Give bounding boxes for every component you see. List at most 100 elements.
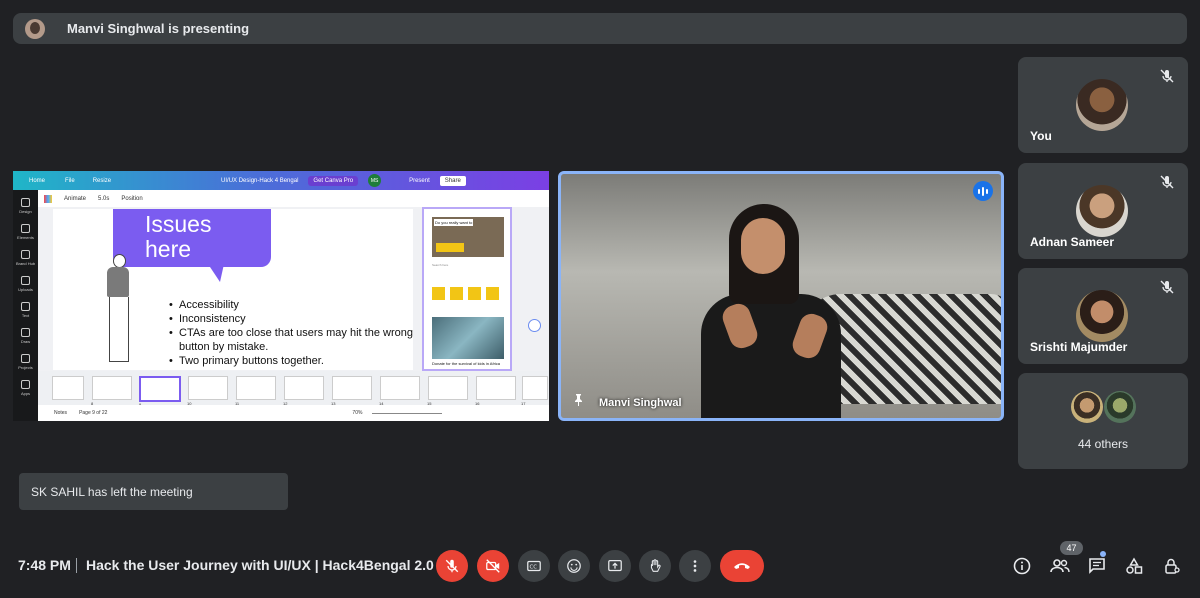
- camera-off-icon: [486, 559, 500, 573]
- canva-page-strip: 8 9 10 11 12 13 14 15 16 17: [38, 371, 549, 407]
- canva-present-button: Present: [409, 177, 430, 184]
- people-button[interactable]: [1049, 555, 1071, 577]
- speaker-person: [701, 204, 841, 418]
- divider: [76, 558, 77, 573]
- canva-animate-button: Animate: [64, 195, 87, 202]
- phone-photo: [432, 317, 504, 359]
- page-thumb: 10: [187, 376, 228, 406]
- canva-sidebar-item: Brand Hub: [13, 242, 38, 268]
- emoji-icon: [567, 559, 581, 573]
- canva-color-swatch: [44, 194, 52, 203]
- raise-hand-button[interactable]: [639, 550, 671, 582]
- speaker-tile[interactable]: Manvi Singhwal: [558, 171, 1004, 421]
- camera-toggle-button[interactable]: [477, 550, 509, 582]
- slide: Issues here Accessibility Inconsistency …: [53, 209, 413, 370]
- person-illustration: [103, 254, 133, 364]
- page-thumb: 14: [379, 376, 420, 406]
- others-avatar: [1104, 391, 1136, 423]
- participant-name: Srishti Majumder: [1030, 340, 1128, 354]
- mic-toggle-button[interactable]: [436, 550, 468, 582]
- presenting-banner[interactable]: Manvi Singhwal is presenting: [13, 13, 1187, 44]
- speech-bubble-tail: [208, 264, 224, 282]
- participant-avatar: [1076, 290, 1128, 342]
- hand-icon: [650, 559, 661, 572]
- info-icon: [1013, 557, 1031, 575]
- participant-avatar: [1076, 79, 1128, 131]
- chat-button[interactable]: [1086, 555, 1108, 577]
- canva-sidebar-item: Design: [13, 190, 38, 216]
- canva-get-pro-button: Get Canva Pro: [308, 175, 359, 186]
- svg-text:CC: CC: [530, 565, 538, 571]
- pin-icon[interactable]: [573, 394, 584, 409]
- canva-footer: Notes Page 9 of 22 70%: [38, 405, 549, 421]
- page-thumb: 15: [427, 376, 468, 406]
- participant-tile[interactable]: Srishti Majumder: [1018, 268, 1188, 364]
- participant-tile[interactable]: Adnan Sameer: [1018, 163, 1188, 259]
- more-vert-icon: [693, 560, 697, 572]
- lock-person-icon: [1165, 558, 1180, 574]
- activities-icon: [1126, 557, 1143, 574]
- page-thumb: 8: [91, 376, 132, 406]
- leave-call-button[interactable]: [720, 550, 764, 582]
- shared-screen[interactable]: Home File Resize UI/UX Design-Hack 4 Ben…: [13, 171, 549, 421]
- canva-sidebar-item: Projects: [13, 346, 38, 372]
- page-thumb: 11: [235, 376, 276, 406]
- phone-mockup: Do you really want to Search here Donate…: [422, 207, 512, 371]
- meeting-time: 7:48 PM: [18, 557, 71, 573]
- mic-off-icon: [445, 559, 459, 573]
- canva-zoom: 70%: [352, 410, 363, 416]
- page-thumb: 17: [521, 376, 548, 406]
- left-meeting-toast: SK SAHIL has left the meeting: [19, 473, 288, 510]
- canva-duration: 5.0s: [98, 195, 110, 202]
- canva-sidebar-item: Text: [13, 294, 38, 320]
- bullet-item: Accessibility: [169, 298, 413, 312]
- captions-icon: CC: [527, 560, 541, 572]
- phone-categories: [432, 287, 499, 300]
- canva-sidebar-item: Draw: [13, 320, 38, 346]
- people-icon: [1050, 559, 1070, 573]
- canva-user-avatar: MS: [368, 174, 382, 187]
- page-thumb: 13: [331, 376, 372, 406]
- participant-name: Adnan Sameer: [1030, 235, 1115, 249]
- speaking-indicator-icon: [973, 181, 993, 201]
- speaker-name: Manvi Singhwal: [599, 397, 682, 409]
- bullet-continuation: button by mistake.: [179, 341, 269, 353]
- canva-doc-title: UI/UX Design-Hack 4 Bengal: [221, 177, 299, 184]
- presenter-avatar: [25, 18, 45, 39]
- canva-zoom-slider: [372, 412, 443, 414]
- phone-banner-text: Do you really want to: [434, 219, 474, 226]
- host-controls-button[interactable]: [1161, 555, 1183, 577]
- bullet-item: CTAs are too close that users may hit th…: [169, 326, 413, 340]
- page-thumb-selected: 9: [139, 376, 181, 407]
- canva-position-button: Position: [121, 195, 143, 202]
- participant-tile[interactable]: You: [1018, 57, 1188, 153]
- bullet-item: Inconsistency: [169, 312, 413, 326]
- canva-toolbar: Animate 5.0s Position: [38, 190, 549, 208]
- activities-button[interactable]: [1123, 555, 1145, 577]
- present-button[interactable]: [599, 550, 631, 582]
- end-call-icon: [734, 563, 750, 569]
- canva-home-button: Home: [29, 177, 46, 184]
- canva-resize-button: Resize: [92, 177, 112, 184]
- slide-bullets: Accessibility Inconsistency CTAs are too…: [169, 298, 413, 368]
- canva-sidebar-item: Apps: [13, 372, 38, 398]
- more-options-button[interactable]: [679, 550, 711, 582]
- captions-button[interactable]: CC: [518, 550, 550, 582]
- canva-canvas: Issues here Accessibility Inconsistency …: [38, 207, 549, 371]
- canva-file-menu: File: [65, 177, 75, 184]
- others-avatar: [1071, 391, 1103, 423]
- meeting-info-button[interactable]: [1011, 555, 1033, 577]
- canva-share-button: Share: [439, 175, 466, 186]
- canva-page-indicator: Page 9 of 22: [79, 410, 108, 416]
- others-count: 44 others: [1077, 437, 1129, 451]
- canva-sidebar: Design Elements Brand Hub Uploads Text D…: [13, 190, 38, 421]
- reactions-button[interactable]: [558, 550, 590, 582]
- meeting-title: Hack the User Journey with UI/UX | Hack4…: [86, 557, 434, 573]
- phone-caption: Donate for the survival of kids in Afric…: [432, 361, 501, 366]
- chat-icon: [1089, 558, 1105, 574]
- canva-sidebar-item: Elements: [13, 216, 38, 242]
- others-tile[interactable]: 44 others: [1018, 373, 1188, 469]
- participant-name: You: [1030, 129, 1052, 143]
- present-screen-icon: [608, 560, 622, 572]
- bullet-item: Two primary buttons together.: [169, 354, 413, 368]
